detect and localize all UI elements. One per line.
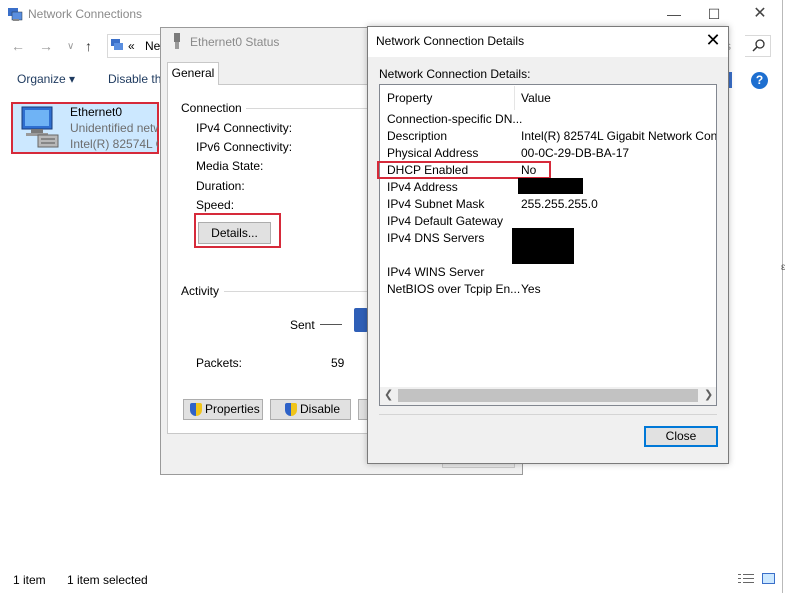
column-separator[interactable] bbox=[514, 86, 515, 110]
search-icon[interactable] bbox=[752, 38, 766, 52]
disable-device-command[interactable]: Disable th bbox=[108, 72, 161, 86]
row-property[interactable]: IPv4 Subnet Mask bbox=[387, 197, 484, 211]
tiles-view-icon[interactable] bbox=[762, 573, 775, 584]
back-arrow-icon[interactable]: ← bbox=[11, 38, 25, 54]
close-icon[interactable]: ✕ bbox=[750, 4, 770, 24]
packets-sent-value: 59 bbox=[331, 356, 345, 370]
network-status-icon bbox=[172, 33, 182, 49]
activity-network-icon bbox=[354, 308, 368, 332]
window-title: Network Connections bbox=[28, 7, 143, 21]
details-list-label: Network Connection Details: bbox=[379, 67, 531, 81]
address-breadcrumb[interactable]: Ne bbox=[145, 39, 160, 53]
up-arrow-icon[interactable]: ↑ bbox=[85, 38, 92, 54]
minimize-icon[interactable]: — bbox=[664, 4, 684, 24]
close-button[interactable]: Close bbox=[644, 426, 718, 447]
activity-group-label: Activity bbox=[181, 284, 224, 298]
disable-button-label: Disable bbox=[300, 402, 341, 416]
scroll-right-icon[interactable]: ❯ bbox=[704, 388, 713, 401]
column-header-value[interactable]: Value bbox=[521, 91, 551, 105]
row-property[interactable]: Connection-specific DN... bbox=[387, 112, 522, 126]
status-dialog-title: Ethernet0 Status bbox=[190, 35, 280, 49]
selected-count: 1 item selected bbox=[67, 573, 148, 587]
media-state-label: Media State: bbox=[196, 159, 264, 173]
packets-label: Packets: bbox=[196, 356, 243, 370]
row-property[interactable]: IPv4 Default Gateway bbox=[387, 214, 503, 228]
row-value: 00-0C-29-DB-BA-17 bbox=[521, 146, 630, 160]
details-button-highlight bbox=[194, 213, 281, 248]
row-value: Yes bbox=[521, 282, 541, 296]
tab-general[interactable]: General bbox=[167, 62, 219, 85]
address-breadcrumb-separator: « bbox=[128, 39, 135, 53]
horizontal-scrollbar-thumb[interactable] bbox=[398, 389, 698, 402]
change-view-icon[interactable] bbox=[729, 72, 732, 88]
adapter-name: Ethernet0 bbox=[70, 105, 123, 119]
properties-button-label: Properties bbox=[205, 402, 260, 416]
forward-arrow-icon[interactable]: → bbox=[39, 38, 53, 54]
redacted-dns-servers bbox=[512, 228, 574, 264]
address-location-icon bbox=[110, 38, 124, 52]
speed-label: Speed: bbox=[196, 198, 235, 212]
details-dialog-separator bbox=[379, 414, 717, 415]
ethernet-adapter-icon bbox=[16, 105, 62, 151]
edge-fragment: ε bbox=[781, 262, 785, 273]
general-tab-panel bbox=[167, 84, 377, 434]
maximize-icon[interactable]: ☐ bbox=[704, 4, 724, 24]
row-property[interactable]: Physical Address bbox=[387, 146, 478, 160]
redacted-ipv4-address bbox=[518, 178, 583, 194]
connection-group-line bbox=[244, 108, 368, 109]
ipv6-connectivity-label: IPv6 Connectivity: bbox=[196, 140, 293, 154]
item-count: 1 item bbox=[13, 573, 46, 587]
shield-icon bbox=[190, 403, 202, 416]
row-value: Intel(R) 82574L Gigabit Network Connect bbox=[521, 129, 716, 143]
disable-button[interactable]: Disable bbox=[270, 399, 351, 420]
dhcp-enabled-highlight bbox=[377, 161, 551, 179]
close-icon[interactable]: ✕ bbox=[703, 30, 723, 50]
help-icon[interactable]: ? bbox=[751, 72, 768, 89]
adapter-device: Intel(R) 82574L Gi bbox=[70, 137, 158, 151]
row-property[interactable]: IPv4 Address bbox=[387, 180, 458, 194]
recent-locations-chevron-icon[interactable]: ∨ bbox=[67, 41, 74, 52]
ipv4-connectivity-label: IPv4 Connectivity: bbox=[196, 121, 293, 135]
network-connections-icon bbox=[7, 6, 23, 22]
shield-icon bbox=[285, 403, 297, 416]
activity-group-line bbox=[224, 291, 368, 292]
column-header-property[interactable]: Property bbox=[387, 91, 432, 105]
sent-dash bbox=[320, 324, 342, 325]
properties-button[interactable]: Properties bbox=[183, 399, 263, 420]
row-property[interactable]: IPv4 DNS Servers bbox=[387, 231, 484, 245]
row-property[interactable]: Description bbox=[387, 129, 447, 143]
details-dialog-title: Network Connection Details bbox=[376, 34, 525, 48]
connection-group-label: Connection bbox=[181, 101, 246, 115]
window-border bbox=[782, 0, 783, 593]
duration-label: Duration: bbox=[196, 179, 245, 193]
organize-menu[interactable]: Organize ▾ bbox=[17, 72, 75, 86]
row-property[interactable]: IPv4 WINS Server bbox=[387, 265, 484, 279]
row-property[interactable]: NetBIOS over Tcpip En... bbox=[387, 282, 520, 296]
row-value: 255.255.255.0 bbox=[521, 197, 598, 211]
adapter-status: Unidentified netw bbox=[70, 121, 158, 135]
scroll-left-icon[interactable]: ❮ bbox=[384, 388, 393, 401]
details-view-icon[interactable] bbox=[738, 573, 754, 585]
sent-label: Sent bbox=[290, 318, 315, 332]
